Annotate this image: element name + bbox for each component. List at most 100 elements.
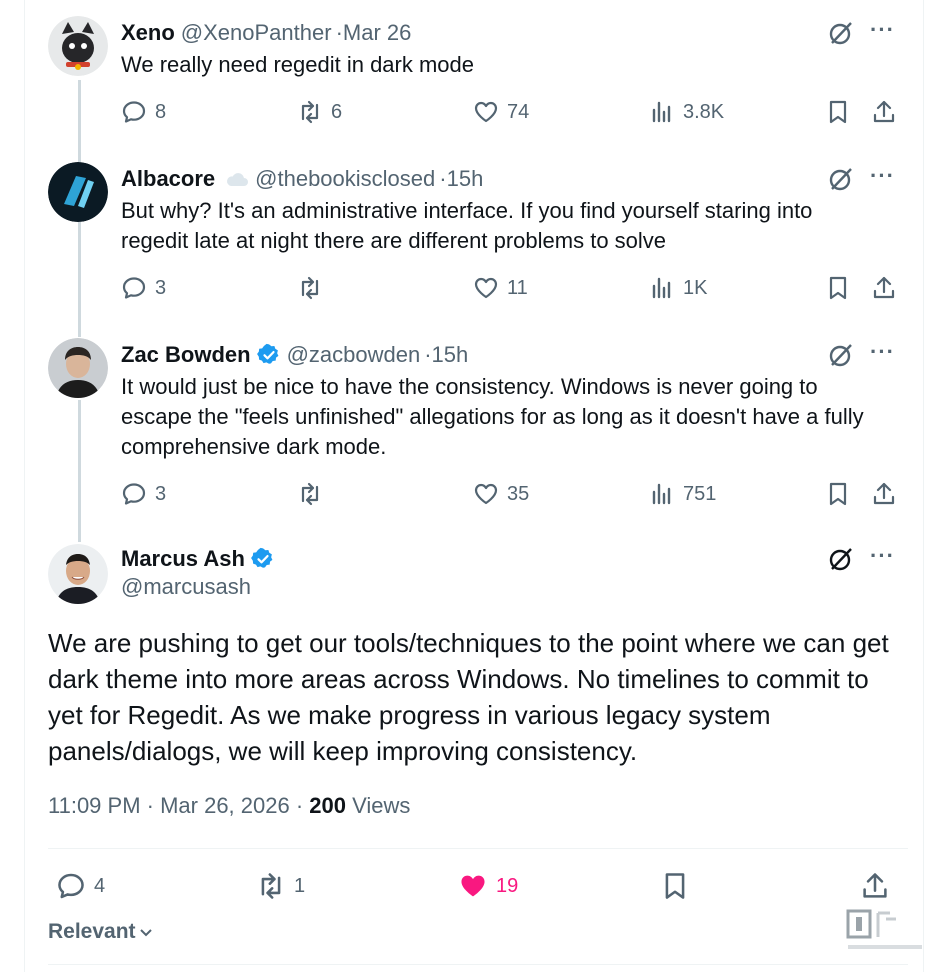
share-icon (873, 482, 895, 505)
reply-count: 4 (94, 874, 106, 897)
sort-dropdown[interactable]: Relevant (48, 920, 154, 944)
reply-icon (122, 483, 146, 505)
views-button[interactable]: 3.8K (649, 97, 724, 127)
reply-tweet[interactable]: Xeno @XenoPanther · Mar 26 ··· We really… (48, 16, 908, 126)
tweet-header: Marcus Ash (121, 542, 908, 576)
watermark-logo (846, 909, 922, 949)
grok-icon[interactable] (828, 342, 854, 368)
tweet-text: It would just be nice to have the consis… (121, 374, 864, 459)
repost-button[interactable]: 6 (297, 97, 342, 127)
more-icon[interactable]: ··· (870, 341, 896, 367)
reply-icon (58, 873, 84, 899)
bookmark-button[interactable] (825, 97, 851, 127)
reply-button[interactable]: 4 (56, 868, 105, 904)
repost-icon (301, 100, 319, 124)
avatar[interactable] (48, 338, 108, 398)
author-handle[interactable]: @marcusash (121, 574, 251, 600)
bookmark-icon (829, 276, 847, 300)
share-button[interactable] (871, 273, 897, 303)
like-button[interactable]: 74 (473, 97, 529, 127)
like-count: 11 (507, 276, 528, 299)
reply-count: 8 (155, 100, 167, 123)
reply-tweet[interactable]: Albacore @thebookisclosed · 15h ··· But … (48, 162, 908, 302)
tweet-header: Albacore @thebookisclosed · 15h (121, 162, 908, 196)
reply-icon (122, 277, 146, 299)
reply-button[interactable]: 3 (121, 479, 166, 509)
bookmark-icon (829, 482, 847, 506)
like-count: 74 (507, 100, 530, 123)
views-label: Views (346, 793, 411, 818)
views-count: 1K (683, 276, 708, 299)
repost-button[interactable] (297, 273, 331, 303)
views-count: 751 (683, 482, 717, 505)
author-name[interactable]: Albacore (121, 166, 215, 192)
views-count: 200 (309, 793, 346, 818)
more-icon[interactable]: ··· (870, 19, 896, 45)
action-bar: 3 11 1K (121, 273, 911, 303)
like-count: 35 (507, 482, 530, 505)
author-handle[interactable]: @thebookisclosed (255, 166, 435, 192)
author-name[interactable]: Marcus Ash (121, 546, 245, 572)
tweet-text: We really need regedit in dark mode (121, 52, 475, 77)
tweet-timestamp: 11:09 PM · Mar 26, 2026 · 200 Views (48, 793, 410, 819)
share-button[interactable] (860, 868, 890, 904)
timestamp[interactable]: 15h (432, 342, 469, 368)
reply-count: 3 (155, 482, 167, 505)
chevron-down-icon (139, 929, 152, 937)
like-icon (474, 277, 498, 299)
more-icon[interactable]: ··· (870, 545, 896, 571)
like-button[interactable]: 35 (473, 479, 529, 509)
repost-button[interactable] (297, 479, 331, 509)
share-icon (873, 100, 895, 123)
avatar[interactable] (48, 16, 108, 76)
timestamp[interactable]: 15h (447, 166, 484, 192)
action-bar: 3 35 751 (121, 479, 911, 509)
grok-icon[interactable] (828, 166, 854, 192)
grok-icon[interactable] (828, 20, 854, 46)
bookmark-button[interactable] (825, 479, 851, 509)
like-button[interactable]: 19 (458, 868, 518, 904)
avatar[interactable] (48, 162, 108, 222)
reply-button[interactable]: 8 (121, 97, 166, 127)
avatar[interactable] (48, 544, 108, 604)
bookmark-icon (665, 873, 685, 899)
reply-count: 3 (155, 276, 167, 299)
repost-icon (301, 276, 319, 300)
views-button[interactable]: 751 (649, 479, 716, 509)
views-icon (652, 101, 671, 123)
verified-icon (250, 547, 273, 568)
views-icon (652, 277, 671, 299)
like-button[interactable]: 11 (473, 273, 528, 303)
bookmark-button[interactable] (660, 868, 690, 904)
bookmark-icon (829, 100, 847, 124)
separator: · (424, 342, 432, 367)
author-name[interactable]: Zac Bowden (121, 342, 251, 368)
separator: · (439, 166, 447, 191)
share-icon (873, 276, 895, 299)
separator: · (335, 20, 343, 45)
views-button[interactable]: 1K (649, 273, 707, 303)
reply-tweet[interactable]: Zac Bowden @zacbowden · 15h ··· It would… (48, 338, 908, 508)
bookmark-button[interactable] (825, 273, 851, 303)
author-handle[interactable]: @zacbowden (287, 342, 421, 368)
repost-button[interactable]: 1 (256, 868, 305, 904)
tweet-text: But why? It's an administrative interfac… (121, 198, 813, 253)
author-name[interactable]: Xeno (121, 20, 175, 46)
tweet-header: Xeno @XenoPanther · Mar 26 (121, 16, 908, 50)
reply-icon (122, 101, 146, 123)
divider (48, 964, 908, 965)
action-bar: 8 6 74 3.8K (121, 97, 911, 127)
more-icon[interactable]: ··· (870, 165, 896, 191)
timestamp[interactable]: Mar 26 (343, 20, 411, 46)
views-icon (652, 483, 671, 505)
grok-icon[interactable] (828, 546, 854, 572)
timestamp[interactable]: 11:09 PM · Mar 26, 2026 · (48, 793, 309, 818)
share-button[interactable] (871, 97, 897, 127)
sort-label: Relevant (48, 920, 136, 943)
like-icon (461, 875, 485, 897)
share-icon (863, 873, 887, 898)
reply-button[interactable]: 3 (121, 273, 166, 303)
share-button[interactable] (871, 479, 897, 509)
repost-count: 6 (331, 100, 343, 123)
author-handle[interactable]: @XenoPanther (181, 20, 332, 46)
